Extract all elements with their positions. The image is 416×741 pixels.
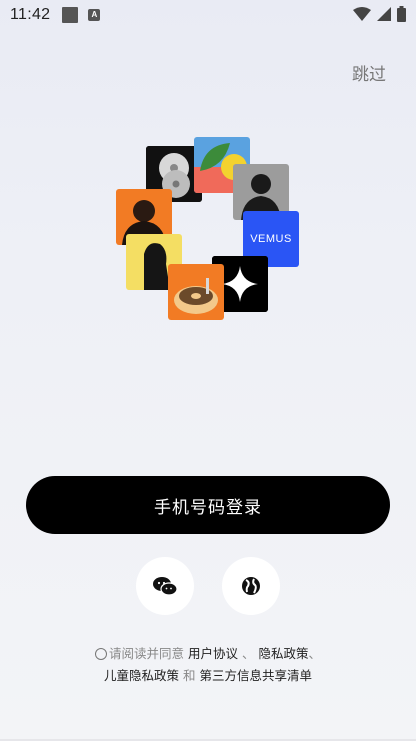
skip-button[interactable]: 跳过 xyxy=(352,60,386,85)
children-privacy-link[interactable]: 儿童隐私政策 xyxy=(104,668,179,683)
terms-line-2: 儿童隐私政策 和 第三方信息共享清单 xyxy=(0,665,416,687)
album-collage: VEMUS xyxy=(110,130,310,330)
terms-agreement: 请阅读并同意 用户协议 、 隐私政策、 儿童隐私政策 和 第三方信息共享清单 xyxy=(0,643,416,687)
terms-prefix: 请阅读并同意 xyxy=(108,646,184,661)
phone-login-button[interactable]: 手机号码登录 xyxy=(26,476,390,534)
globe-login-button[interactable] xyxy=(222,557,280,615)
terms-line-1: 请阅读并同意 用户协议 、 隐私政策、 xyxy=(0,643,416,665)
third-party-list-link[interactable]: 第三方信息共享清单 xyxy=(199,668,312,683)
signal-icon xyxy=(377,7,391,21)
status-time: 11:42 xyxy=(10,6,51,23)
turntable-tile xyxy=(168,264,224,320)
terms-separator: 、 xyxy=(241,646,255,661)
terms-separator: 、 xyxy=(308,646,322,661)
notification-square-icon xyxy=(62,7,79,23)
wifi-icon xyxy=(353,7,371,21)
privacy-policy-link[interactable]: 隐私政策 xyxy=(258,646,308,661)
user-agreement-link[interactable]: 用户协议 xyxy=(188,646,238,661)
status-icons xyxy=(353,6,406,22)
status-bar: 11:42 A xyxy=(0,0,416,30)
a-app-icon: A xyxy=(88,9,101,21)
agree-radio[interactable] xyxy=(94,648,107,660)
vemus-label: VEMUS xyxy=(250,233,292,245)
battery-icon xyxy=(397,6,406,22)
wechat-icon xyxy=(153,577,177,596)
wechat-login-button[interactable] xyxy=(136,557,194,615)
terms-and: 和 xyxy=(182,668,196,683)
globe-icon xyxy=(242,577,260,595)
turntable-icon xyxy=(168,264,224,320)
